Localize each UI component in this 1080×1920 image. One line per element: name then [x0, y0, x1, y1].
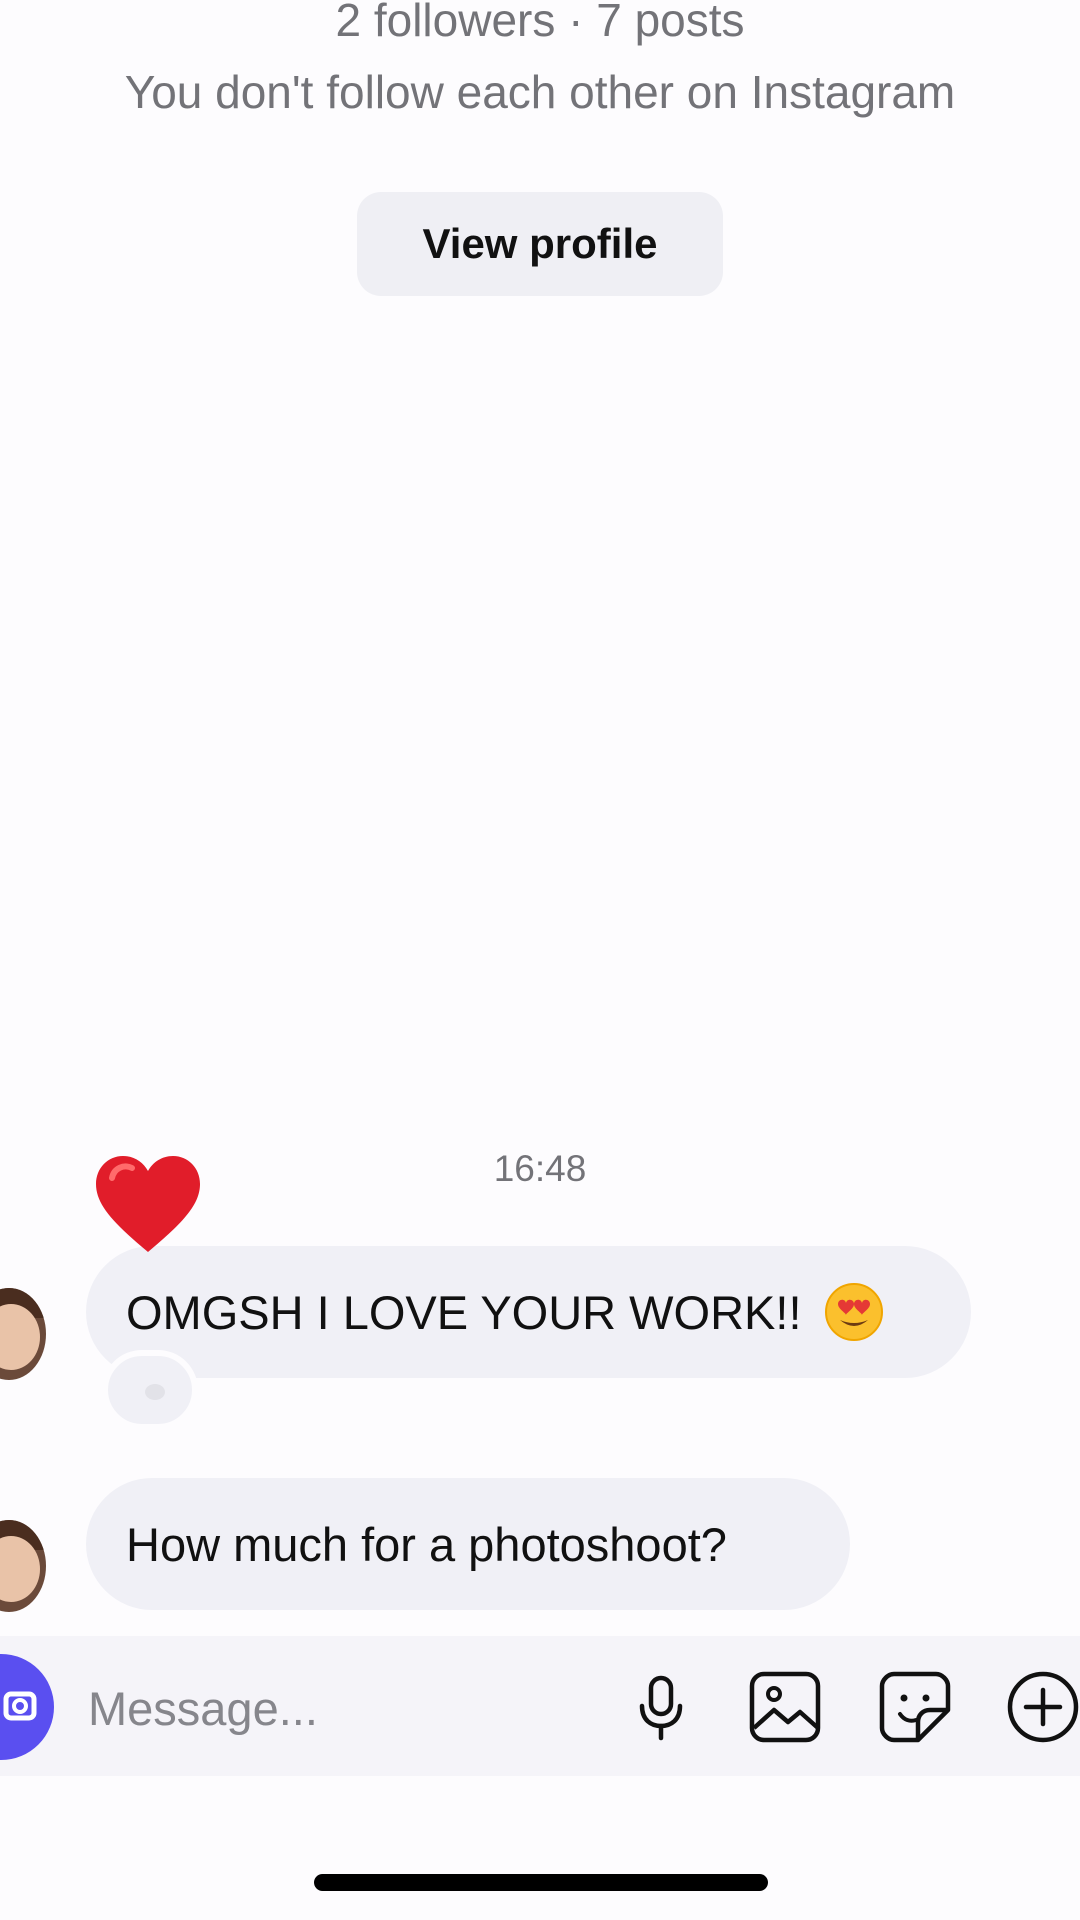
plus-circle-icon[interactable] — [1006, 1670, 1080, 1744]
message-bubble[interactable]: OMGSH I LOVE YOUR WORK!! — [86, 1246, 971, 1378]
heart-reaction-icon[interactable] — [92, 1152, 204, 1264]
message-text: OMGSH I LOVE YOUR WORK!! — [126, 1285, 802, 1339]
dm-thread-screen: 2 followers · 7 posts You don't follow e… — [0, 0, 1080, 1920]
profile-stats: 2 followers · 7 posts — [335, 0, 745, 46]
message-text: How much for a photoshoot? — [126, 1517, 727, 1571]
heart-eyes-emoji-icon — [824, 1283, 883, 1341]
message-bubble[interactable]: How much for a photoshoot? — [86, 1478, 850, 1610]
view-profile-button[interactable]: View profile — [357, 192, 723, 296]
message-input[interactable] — [86, 1666, 590, 1750]
home-indicator[interactable] — [314, 1874, 768, 1891]
camera-icon — [3, 1691, 37, 1721]
sticker-icon[interactable] — [878, 1670, 952, 1744]
reaction-pill[interactable] — [102, 1350, 198, 1430]
microphone-icon[interactable] — [624, 1670, 698, 1744]
follow-status-text: You don't follow each other on Instagram — [124, 66, 956, 118]
sender-avatar[interactable] — [0, 1288, 46, 1380]
gallery-icon[interactable] — [748, 1670, 822, 1744]
message-composer — [0, 1636, 1080, 1776]
sender-avatar[interactable] — [0, 1520, 46, 1612]
camera-button[interactable] — [0, 1654, 54, 1760]
